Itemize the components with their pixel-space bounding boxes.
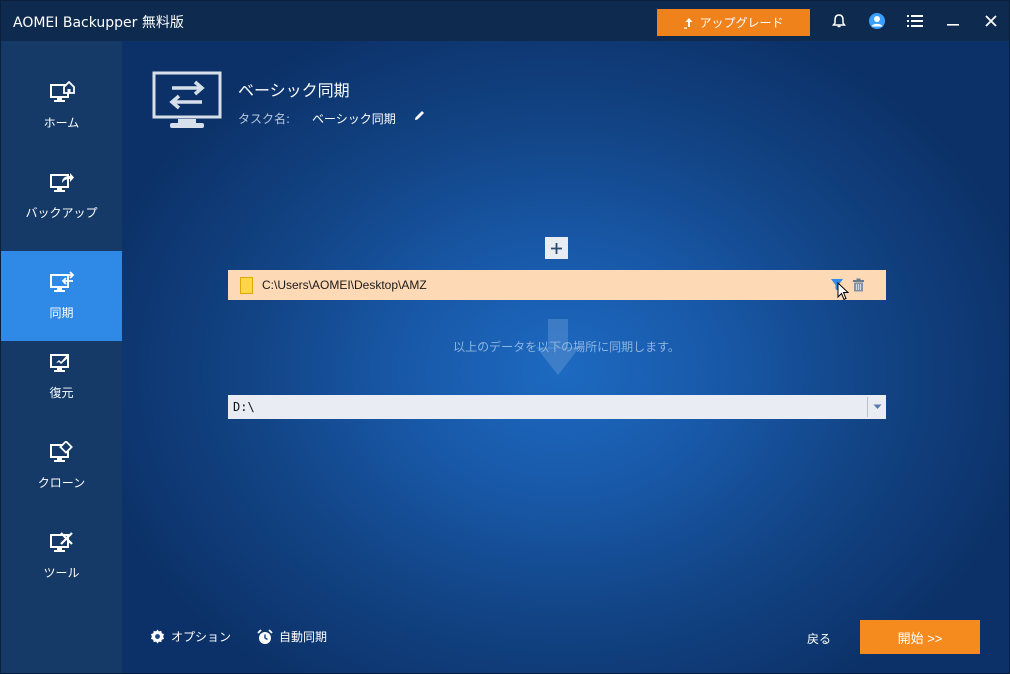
chevron-down-icon (873, 404, 881, 409)
restore-icon (49, 354, 69, 372)
clone-icon (49, 441, 73, 462)
sidebar-item-label: ツール (43, 566, 80, 580)
task-name-label: タスク名: (238, 112, 291, 126)
close-icon[interactable] (981, 11, 1001, 31)
options-label: オプション (171, 630, 232, 644)
sidebar-item-restore[interactable]: 復元 (1, 331, 122, 421)
sync-task-icon (152, 71, 222, 128)
folder-icon (240, 276, 253, 294)
source-folder-row[interactable]: C:\Users\AOMEI\Desktop\AMZ (228, 270, 886, 301)
upgrade-button[interactable]: アップグレード (657, 9, 810, 36)
main-panel: ベーシック同期 タスク名: ベーシック同期 C:\Users\AOMEI\Des… (122, 41, 1009, 673)
gear-icon (150, 629, 165, 644)
sidebar-item-backup[interactable]: バックアップ (1, 151, 122, 241)
source-path: C:\Users\AOMEI\Desktop\AMZ (262, 278, 427, 292)
task-name-value: ベーシック同期 (312, 112, 396, 126)
options-button[interactable]: オプション (150, 628, 231, 645)
sidebar-item-sync[interactable]: 同期 (1, 251, 122, 341)
add-source-button[interactable] (545, 237, 568, 259)
mouse-cursor-icon (837, 282, 849, 301)
plus-icon (551, 242, 562, 254)
sidebar-item-tools[interactable]: ツール (1, 511, 122, 601)
sidebar-item-label: ホーム (43, 116, 80, 130)
title-bar: AOMEI Backupper 無料版 アップグレード (1, 1, 1009, 41)
auto-sync-button[interactable]: 自動同期 (257, 628, 327, 645)
sidebar-item-home[interactable]: ホーム (1, 61, 122, 151)
upgrade-label: アップグレード (699, 16, 784, 30)
sidebar-item-label: クローン (37, 476, 86, 490)
app-window: AOMEI Backupper 無料版 アップグレード ホーム バックアップ 同… (0, 0, 1010, 674)
app-title: AOMEI Backupper 無料版 (13, 15, 184, 31)
alarm-clock-icon (257, 628, 273, 644)
page-title: ベーシック同期 (238, 81, 350, 100)
destination-path: D:\ (233, 400, 255, 414)
auto-sync-label: 自動同期 (279, 630, 328, 644)
user-account-icon[interactable] (867, 11, 887, 31)
sidebar-item-label: 復元 (49, 386, 74, 400)
start-button[interactable]: 開始 >> (860, 620, 980, 654)
pencil-edit-icon[interactable] (413, 109, 426, 122)
trash-icon[interactable] (852, 278, 865, 292)
tools-icon (49, 532, 73, 552)
home-icon (49, 81, 75, 102)
back-button[interactable]: 戻る (807, 630, 831, 647)
sync-icon (49, 271, 74, 292)
sync-hint-text: 以上のデータを以下の場所に同期します。 (453, 340, 680, 354)
sidebar-item-label: バックアップ (25, 206, 98, 220)
backup-icon (49, 173, 74, 192)
sidebar-item-clone[interactable]: クローン (1, 421, 122, 511)
sidebar: ホーム バックアップ 同期 復元 クローン ツール (1, 41, 122, 673)
minimize-icon[interactable] (943, 11, 963, 31)
bell-icon[interactable] (829, 11, 849, 31)
destination-path-field[interactable]: D:\ (228, 395, 886, 419)
destination-dropdown-button[interactable] (867, 397, 886, 417)
menu-icon[interactable] (905, 11, 925, 31)
sidebar-item-label: 同期 (49, 306, 74, 320)
upgrade-arrow-icon (684, 17, 693, 29)
